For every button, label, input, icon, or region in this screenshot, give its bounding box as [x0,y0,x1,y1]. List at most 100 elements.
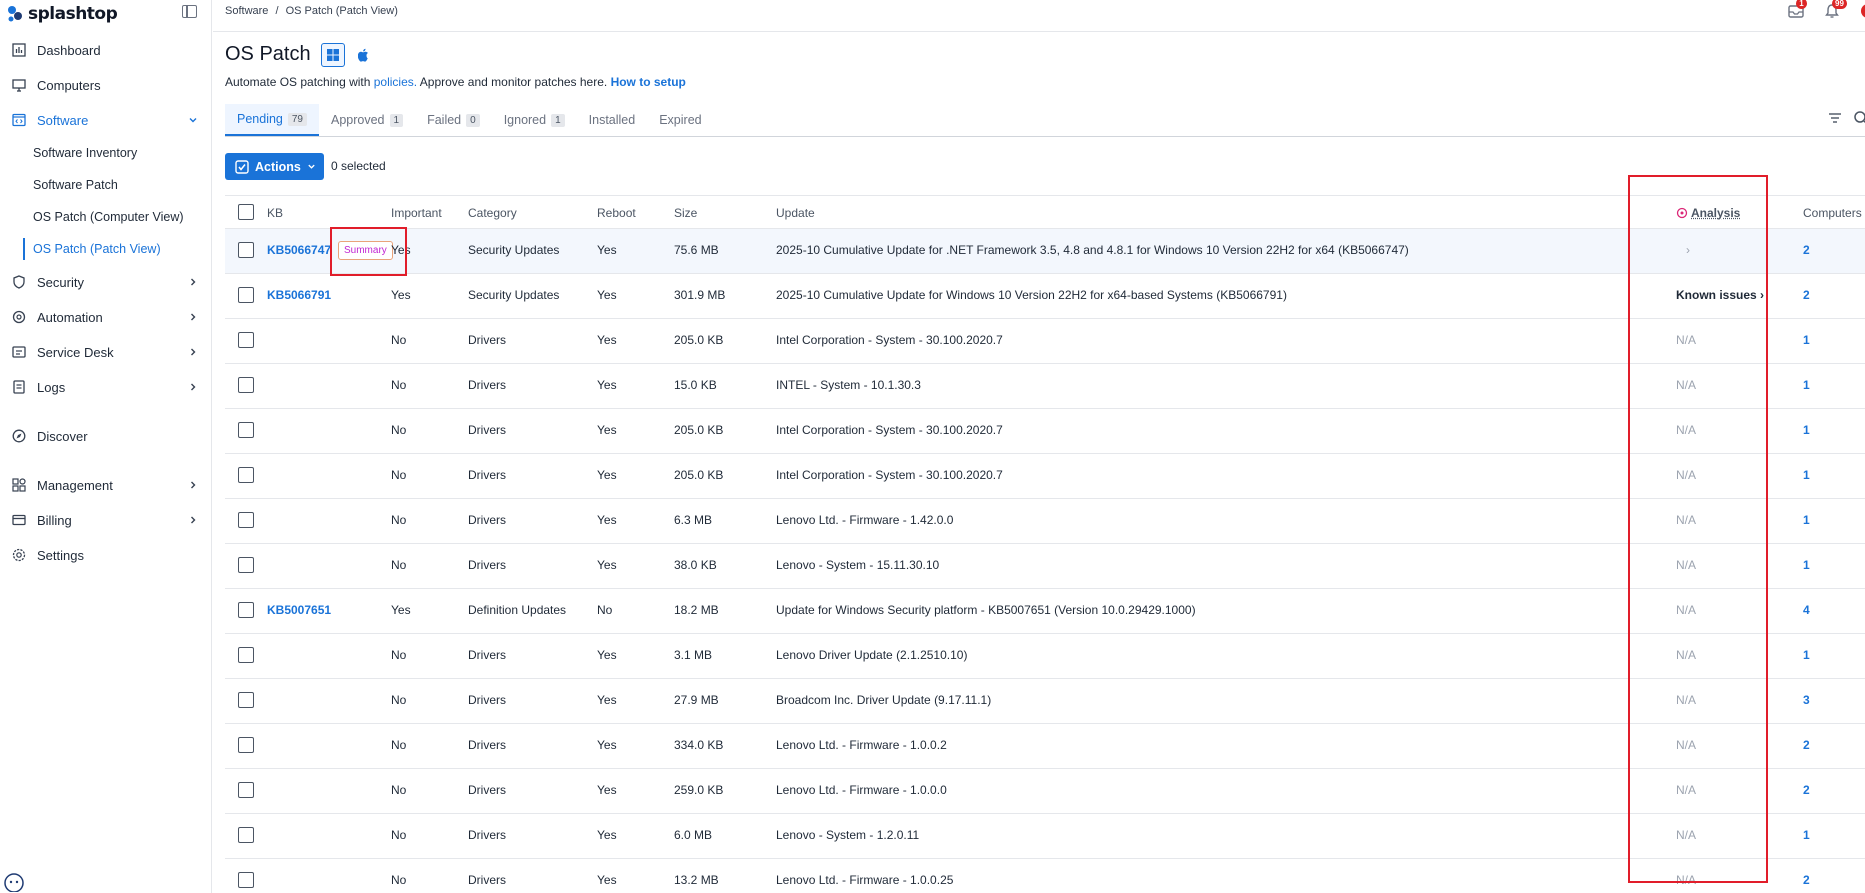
tab-failed[interactable]: Failed 0 [415,104,492,136]
row-checkbox[interactable] [238,242,254,258]
reboot-cell: Yes [597,378,617,392]
computers-count-link[interactable]: 1 [1803,333,1810,347]
breadcrumb-software[interactable]: Software [225,5,268,17]
sidebar-subitem-software-inventory[interactable]: Software Inventory [0,139,212,167]
computers-count-link[interactable]: 1 [1803,648,1810,662]
column-header-category[interactable]: Category [468,206,517,220]
bell-icon[interactable]: 99 [1823,0,1847,20]
column-header-size[interactable]: Size [674,206,697,220]
table-row[interactable]: KB5066747 Summary Yes Security Updates Yes 75… [225,229,1865,274]
tab-pending[interactable]: Pending 79 [225,104,319,136]
computers-count-link[interactable]: 2 [1803,738,1810,752]
table-row[interactable]: No Drivers Yes 38.0 KB Lenovo - System - 15.… [225,544,1865,589]
table-row[interactable]: No Drivers Yes 334.0 KB Lenovo Ltd. - Firmwa… [225,724,1865,769]
sidebar-item-logs[interactable]: Logs [0,372,212,402]
sidebar-item-dashboard[interactable]: Dashboard [0,35,212,65]
row-checkbox[interactable] [238,332,254,348]
computers-count-link[interactable]: 1 [1803,828,1810,842]
sidebar-subitem-software-patch[interactable]: Software Patch [0,171,212,199]
row-checkbox[interactable] [238,287,254,303]
policies-link[interactable]: policies. [374,75,417,89]
computers-count-link[interactable]: 2 [1803,288,1810,302]
sidebar-item-management[interactable]: Management [0,470,212,500]
table-row[interactable]: KB5066791 Yes Security Updates Yes 301.9 MB 2… [225,274,1865,319]
computers-count-link[interactable]: 2 [1803,783,1810,797]
computers-count-link[interactable]: 2 [1803,243,1810,257]
column-header-reboot[interactable]: Reboot [597,206,636,220]
sidebar-item-discover[interactable]: Discover [0,421,212,451]
splashtop-logo[interactable]: splashtop [6,4,118,24]
table-row[interactable]: No Drivers Yes 259.0 KB Lenovo Ltd. - Firmwa… [225,769,1865,814]
computers-count-link[interactable]: 1 [1803,513,1810,527]
actions-button[interactable]: Actions [225,153,324,180]
important-cell: No [391,378,407,392]
sidebar-subitem-os-patch-patch-view[interactable]: OS Patch (Patch View) [0,235,212,263]
kb-link[interactable]: KB5066747 [267,243,331,257]
column-header-kb[interactable]: KB [267,206,283,220]
sidebar-item-service-desk[interactable]: Service Desk [0,337,212,367]
sidebar-collapse-icon[interactable] [182,5,197,18]
sidebar-item-billing[interactable]: Billing [0,505,212,535]
computers-count-link[interactable]: 1 [1803,423,1810,437]
column-header-important[interactable]: Important [391,206,442,220]
table-row[interactable]: No Drivers Yes 27.9 MB Broadcom Inc. Driver … [225,679,1865,724]
row-checkbox[interactable] [238,512,254,528]
row-checkbox[interactable] [238,692,254,708]
notification-badge: 99 [1832,0,1847,9]
table-row[interactable]: No Drivers Yes 205.0 KB Intel Corporation - … [225,409,1865,454]
sidebar-subitem-os-patch-computer-view[interactable]: OS Patch (Computer View) [0,203,212,231]
row-checkbox[interactable] [238,377,254,393]
assistant-avatar-icon[interactable] [3,870,25,893]
row-checkbox[interactable] [238,782,254,798]
computers-count-link[interactable]: 3 [1803,693,1810,707]
row-checkbox[interactable] [238,737,254,753]
computers-count-link[interactable]: 1 [1803,378,1810,392]
sidebar-item-automation[interactable]: Automation [0,302,212,332]
category-cell: Drivers [468,828,506,842]
how-to-setup-link[interactable]: How to setup [611,75,686,89]
column-header-computers[interactable]: Computers [1803,206,1862,220]
update-cell: Intel Corporation - System - 30.100.2020… [776,333,1003,347]
mac-os-toggle[interactable] [354,45,374,65]
tab-expired[interactable]: Expired [647,104,713,136]
windows-os-toggle[interactable] [321,43,345,67]
table-row[interactable]: No Drivers Yes 205.0 KB Intel Corporation - … [225,319,1865,364]
row-checkbox[interactable] [238,602,254,618]
sidebar: splashtop Dashboard Computers Software S… [0,0,212,893]
column-header-update[interactable]: Update [776,206,815,220]
table-row[interactable]: No Drivers Yes 205.0 KB Intel Corporation - … [225,454,1865,499]
computers-count-link[interactable]: 2 [1803,873,1810,887]
computers-count-link[interactable]: 1 [1803,558,1810,572]
table-row[interactable]: No Drivers Yes 6.0 MB Lenovo - System - 1.2.… [225,814,1865,859]
table-row[interactable]: No Drivers Yes 15.0 KB INTEL - System - 10.1… [225,364,1865,409]
tab-approved[interactable]: Approved 1 [319,104,415,136]
kb-link[interactable]: KB5007651 [267,603,331,617]
kb-link[interactable]: KB5066791 [267,288,331,302]
tab-ignored[interactable]: Ignored 1 [492,104,577,136]
sidebar-item-security[interactable]: Security [0,267,212,297]
row-checkbox[interactable] [238,557,254,573]
sidebar-subitem-label: OS Patch (Computer View) [33,210,184,224]
row-checkbox[interactable] [238,872,254,888]
table-row[interactable]: No Drivers Yes 13.2 MB Lenovo Ltd. - Firmwar… [225,859,1865,893]
row-checkbox[interactable] [238,422,254,438]
row-checkbox[interactable] [238,647,254,663]
sidebar-item-settings[interactable]: Settings [0,540,212,570]
tab-label: Expired [659,113,702,127]
row-checkbox[interactable] [238,467,254,483]
table-row[interactable]: No Drivers Yes 6.3 MB Lenovo Ltd. - Firmware… [225,499,1865,544]
table-row[interactable]: No Drivers Yes 3.1 MB Lenovo Driver Update (… [225,634,1865,679]
row-checkbox[interactable] [238,827,254,843]
select-all-checkbox[interactable] [238,204,254,220]
sidebar-item-computers[interactable]: Computers [0,70,212,100]
table-row[interactable]: KB5007651 Yes Definition Updates No 18.2 MB U… [225,589,1865,634]
chevron-right-icon [186,478,200,492]
computers-count-link[interactable]: 4 [1803,603,1810,617]
inbox-icon[interactable]: 1 [1787,0,1807,20]
tab-installed[interactable]: Installed [577,104,648,136]
computers-count-link[interactable]: 1 [1803,468,1810,482]
filter-icon[interactable] [1827,110,1843,126]
search-icon[interactable] [1853,110,1865,126]
avatar[interactable] [1859,2,1865,20]
sidebar-item-software[interactable]: Software [0,105,212,135]
